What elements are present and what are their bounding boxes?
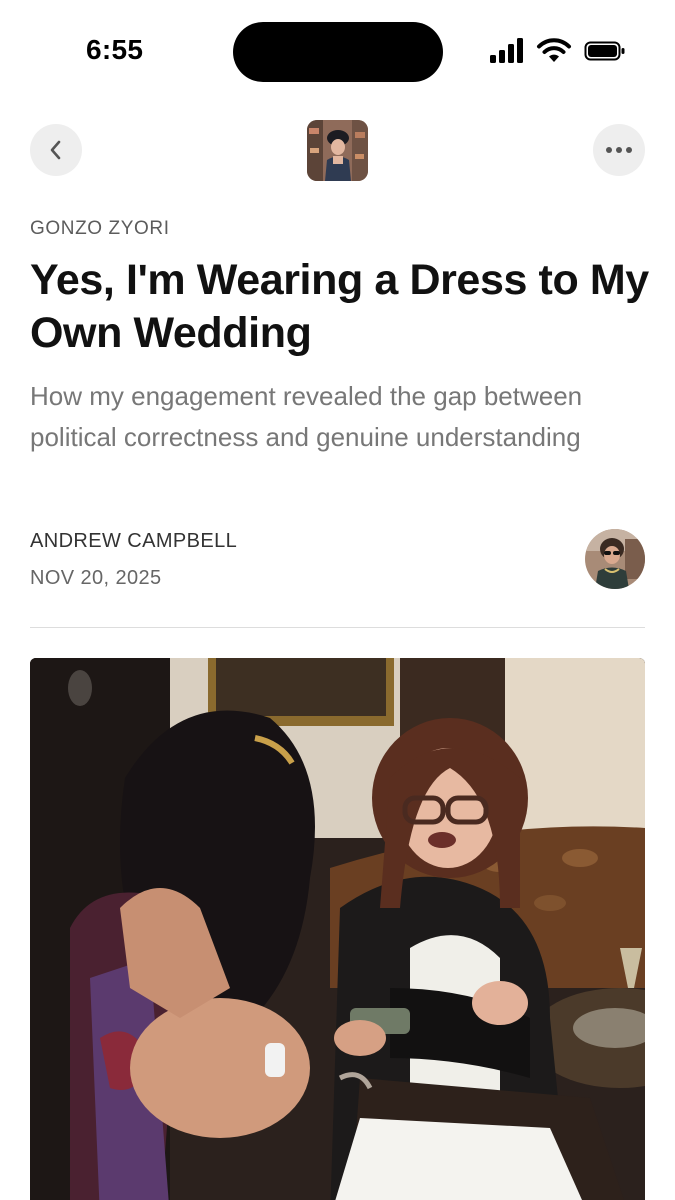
post-date: NOV 20, 2025 [30, 567, 162, 589]
article-title: Yes, I'm Wearing a Dress to My Own Weddi… [30, 256, 649, 357]
header-divider [30, 627, 645, 628]
publication-name[interactable]: GONZO ZYORI [30, 218, 170, 240]
publication-logo[interactable] [307, 120, 368, 181]
wifi-icon [537, 38, 571, 62]
status-bar: 6:55 [0, 0, 675, 100]
article-screen: 6:55 GONZO ZYORI Yes, I'm Wearing a Dres… [0, 0, 675, 1200]
article-hero-image[interactable] [30, 658, 645, 1200]
cellular-signal-icon [490, 38, 523, 63]
chevron-left-icon [50, 140, 61, 160]
more-options-button[interactable] [593, 124, 645, 176]
back-button[interactable] [30, 124, 82, 176]
author-name[interactable]: ANDREW CAMPBELL [30, 530, 237, 553]
battery-icon [584, 41, 625, 61]
dynamic-island [233, 22, 443, 82]
ellipsis-icon [606, 147, 632, 153]
article-subtitle: How my engagement revealed the gap betwe… [30, 381, 583, 452]
status-time: 6:55 [86, 34, 144, 65]
author-avatar[interactable] [585, 529, 645, 589]
